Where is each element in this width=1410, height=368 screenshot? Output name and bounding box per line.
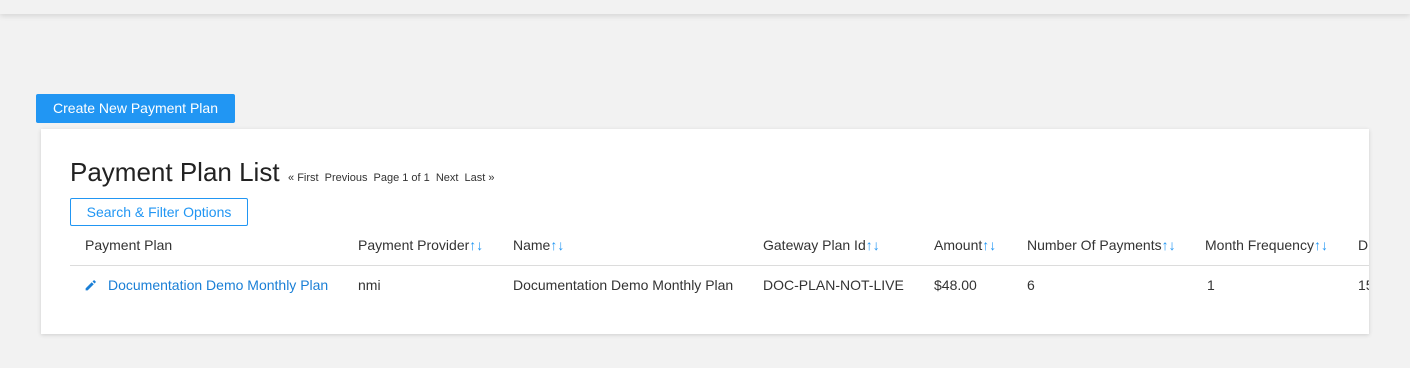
cell-month-frequency: 1	[1207, 277, 1215, 293]
cell-gateway-plan-id: DOC-PLAN-NOT-LIVE	[763, 277, 904, 293]
column-header-payment-plan: Payment Plan	[85, 237, 172, 253]
cell-payment-provider: nmi	[358, 277, 381, 293]
payment-plan-panel: Payment Plan List « First Previous Page …	[41, 129, 1369, 334]
column-header-month-frequency[interactable]: Month Frequency↑↓	[1205, 237, 1328, 253]
pager-next-link[interactable]: Next	[436, 172, 459, 184]
payment-plan-link[interactable]: Documentation Demo Monthly Plan	[108, 277, 328, 293]
column-header-label: Payment Plan	[85, 237, 173, 253]
title-row: Payment Plan List « First Previous Page …	[70, 157, 498, 188]
cell-truncated: 15	[1358, 277, 1369, 293]
column-header-label: Gateway Plan Id	[763, 237, 866, 253]
column-header-label: Month Frequency	[1205, 237, 1314, 253]
sort-arrows-icon[interactable]: ↑↓	[469, 237, 483, 253]
create-payment-plan-button[interactable]: Create New Payment Plan	[36, 94, 235, 123]
column-header-label: Number Of Payments	[1027, 237, 1162, 253]
column-header-amount[interactable]: Amount↑↓	[934, 237, 996, 253]
column-header-payment-provider[interactable]: Payment Provider↑↓	[358, 237, 483, 253]
pager-last-link[interactable]: Last »	[465, 172, 495, 184]
column-header-name[interactable]: Name↑↓	[513, 237, 564, 253]
pager-previous-link[interactable]: Previous	[325, 172, 368, 184]
cell-number-of-payments: 6	[1027, 277, 1035, 293]
sort-arrows-icon[interactable]: ↑↓	[1162, 237, 1176, 253]
column-header-label: Name	[513, 237, 551, 253]
search-filter-button[interactable]: Search & Filter Options	[70, 198, 248, 226]
column-header-truncated: D	[1358, 237, 1368, 253]
sort-arrows-icon[interactable]: ↑↓	[982, 237, 996, 253]
pager-page-info: Page 1 of 1	[373, 172, 430, 184]
cell-amount: $48.00	[934, 277, 977, 293]
column-header-label: Amount	[934, 237, 983, 253]
column-header-label: D	[1358, 237, 1369, 253]
top-bar	[0, 0, 1410, 14]
page-title: Payment Plan List	[70, 157, 280, 187]
pager-first-link[interactable]: « First	[288, 172, 319, 184]
sort-arrows-icon[interactable]: ↑↓	[1314, 237, 1328, 253]
header-divider	[70, 265, 1369, 266]
column-header-gateway-plan-id[interactable]: Gateway Plan Id↑↓	[763, 237, 880, 253]
sort-arrows-icon[interactable]: ↑↓	[866, 237, 880, 253]
sort-arrows-icon[interactable]: ↑↓	[550, 237, 564, 253]
table-row: Documentation Demo Monthly Plan	[108, 277, 328, 293]
cell-name: Documentation Demo Monthly Plan	[513, 277, 734, 293]
column-header-number-of-payments[interactable]: Number Of Payments↑↓	[1027, 237, 1176, 253]
pencil-icon[interactable]	[84, 279, 97, 292]
pagination: « First Previous Page 1 of 1 Next Last »	[288, 172, 497, 184]
column-header-label: Payment Provider	[358, 237, 470, 253]
